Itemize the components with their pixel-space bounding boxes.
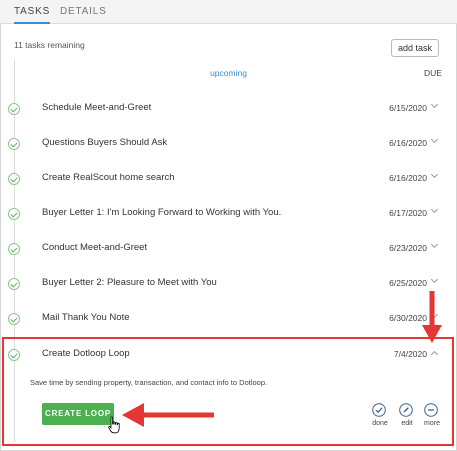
chevron-down-icon[interactable] <box>431 102 439 110</box>
task-row[interactable]: Create RealScout home search 6/16/2020 <box>0 162 457 196</box>
chevron-down-icon[interactable] <box>431 277 439 285</box>
check-circle-icon[interactable] <box>8 243 20 255</box>
tasks-remaining-count: 11 tasks remaining <box>14 40 85 50</box>
check-circle-icon[interactable] <box>8 138 20 150</box>
task-due-date: 6/15/2020 <box>389 103 427 113</box>
check-circle-icon[interactable] <box>8 173 20 185</box>
chevron-down-icon[interactable] <box>431 242 439 250</box>
chevron-down-icon[interactable] <box>431 137 439 145</box>
tab-tasks[interactable]: TASKS <box>14 4 51 24</box>
task-row[interactable]: Questions Buyers Should Ask 6/16/2020 <box>0 127 457 161</box>
check-circle-icon[interactable] <box>8 313 20 325</box>
task-row[interactable]: Buyer Letter 1: I'm Looking Forward to W… <box>0 197 457 231</box>
down-arrow-annotation-icon <box>422 291 442 343</box>
tab-bar: TASKS DETAILS <box>0 0 457 24</box>
left-arrow-annotation-icon <box>122 403 214 427</box>
task-title[interactable]: Conduct Meet-and-Greet <box>42 242 147 253</box>
task-row[interactable]: Mail Thank You Note 6/30/2020 <box>0 302 457 336</box>
check-circle-icon[interactable] <box>8 278 20 290</box>
chevron-down-icon[interactable] <box>431 172 439 180</box>
task-due-date: 6/25/2020 <box>389 278 427 288</box>
task-title[interactable]: Schedule Meet-and-Greet <box>42 102 151 113</box>
add-task-button[interactable]: add task <box>391 39 439 57</box>
upcoming-section-label: upcoming <box>210 68 247 78</box>
check-circle-icon[interactable] <box>8 103 20 115</box>
check-circle-icon[interactable] <box>8 208 20 220</box>
tab-details[interactable]: DETAILS <box>60 4 107 24</box>
task-title[interactable]: Buyer Letter 2: Pleasure to Meet with Yo… <box>42 277 217 288</box>
task-title[interactable]: Buyer Letter 1: I'm Looking Forward to W… <box>42 207 281 218</box>
task-due-date: 6/16/2020 <box>389 138 427 148</box>
task-title[interactable]: Mail Thank You Note <box>42 312 130 323</box>
task-title[interactable]: Create RealScout home search <box>42 172 175 183</box>
task-row[interactable]: Buyer Letter 2: Pleasure to Meet with Yo… <box>0 267 457 301</box>
due-column-header: DUE <box>424 68 442 78</box>
task-title[interactable]: Questions Buyers Should Ask <box>42 137 167 148</box>
chevron-down-icon[interactable] <box>431 207 439 215</box>
task-row[interactable]: Schedule Meet-and-Greet 6/15/2020 <box>0 92 457 126</box>
task-due-date: 6/16/2020 <box>389 173 427 183</box>
highlight-box <box>2 337 454 446</box>
task-row[interactable]: Conduct Meet-and-Greet 6/23/2020 <box>0 232 457 266</box>
task-due-date: 6/17/2020 <box>389 208 427 218</box>
task-due-date: 6/23/2020 <box>389 243 427 253</box>
